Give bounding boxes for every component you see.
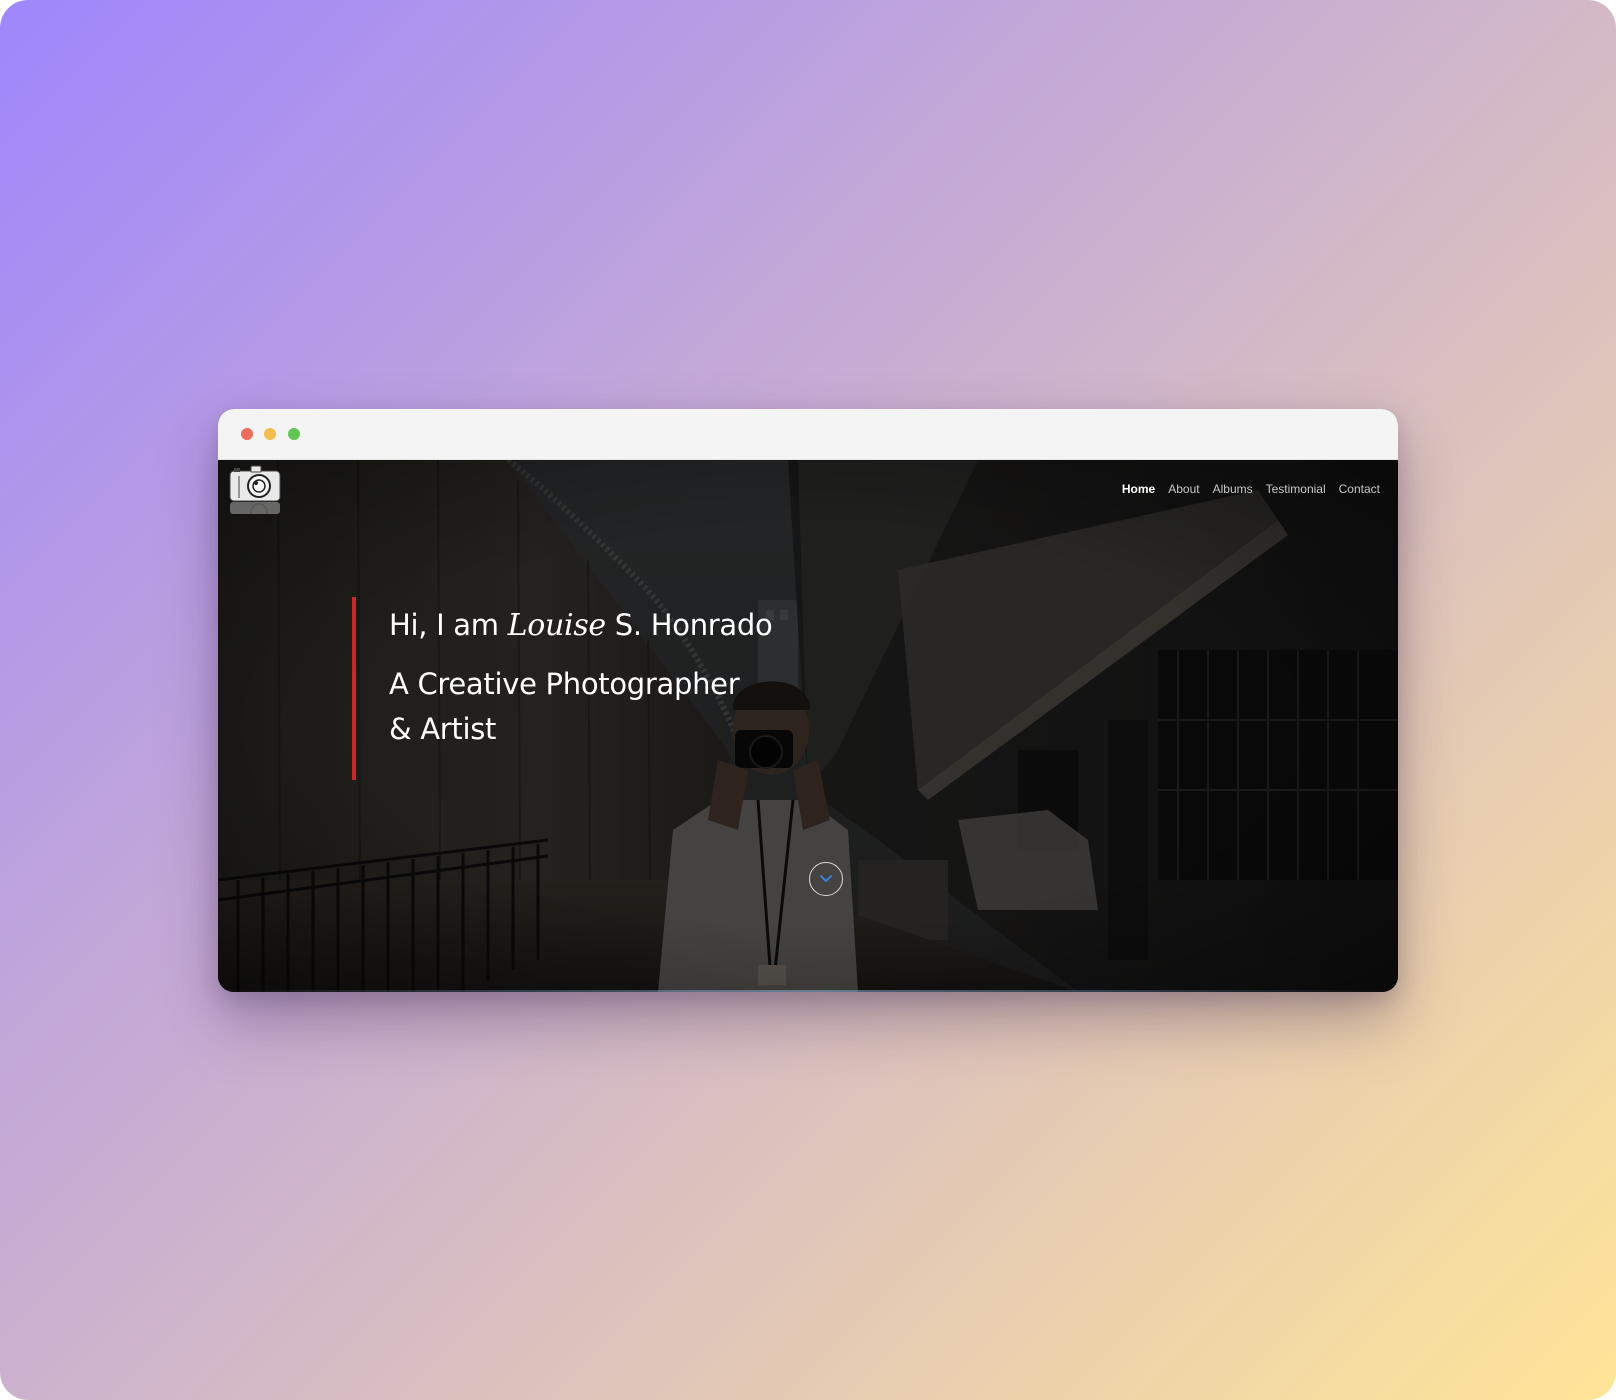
- hero-bottom-divider: [218, 990, 1398, 992]
- nav-home[interactable]: Home: [1122, 482, 1155, 496]
- hero-last-name: S. Honrado: [614, 608, 773, 642]
- main-nav: Home About Albums Testimonial Contact: [1122, 482, 1380, 496]
- browser-window: Home About Albums Testimonial Contact Hi…: [218, 409, 1398, 992]
- hero-section: Home About Albums Testimonial Contact Hi…: [218, 460, 1398, 992]
- camera-icon: [229, 465, 281, 521]
- desktop-backdrop: Home About Albums Testimonial Contact Hi…: [0, 0, 1616, 1400]
- hero-intro-line: Hi, I am Louise S. Honrado: [389, 605, 773, 646]
- site-logo[interactable]: [229, 464, 281, 521]
- nav-albums[interactable]: Albums: [1213, 482, 1253, 496]
- scroll-down-button[interactable]: [809, 862, 843, 896]
- nav-testimonial[interactable]: Testimonial: [1266, 482, 1326, 496]
- hero-tagline-line-2: & Artist: [389, 712, 497, 746]
- maximize-window-button[interactable]: [288, 428, 300, 440]
- hero-headline: Hi, I am Louise S. Honrado A Creative Ph…: [389, 605, 773, 752]
- hero-first-name: Louise: [507, 608, 607, 643]
- hero-greeting: Hi, I am: [389, 608, 499, 642]
- headline-accent-bar: [352, 597, 356, 780]
- chevron-down-icon: [820, 875, 832, 882]
- nav-about[interactable]: About: [1168, 482, 1199, 496]
- close-window-button[interactable]: [241, 428, 253, 440]
- hero-tagline: A Creative Photographer & Artist: [389, 662, 772, 752]
- minimize-window-button[interactable]: [264, 428, 276, 440]
- nav-contact[interactable]: Contact: [1339, 482, 1380, 496]
- hero-tagline-line-1: A Creative Photographer: [389, 667, 740, 701]
- window-titlebar: [218, 409, 1398, 460]
